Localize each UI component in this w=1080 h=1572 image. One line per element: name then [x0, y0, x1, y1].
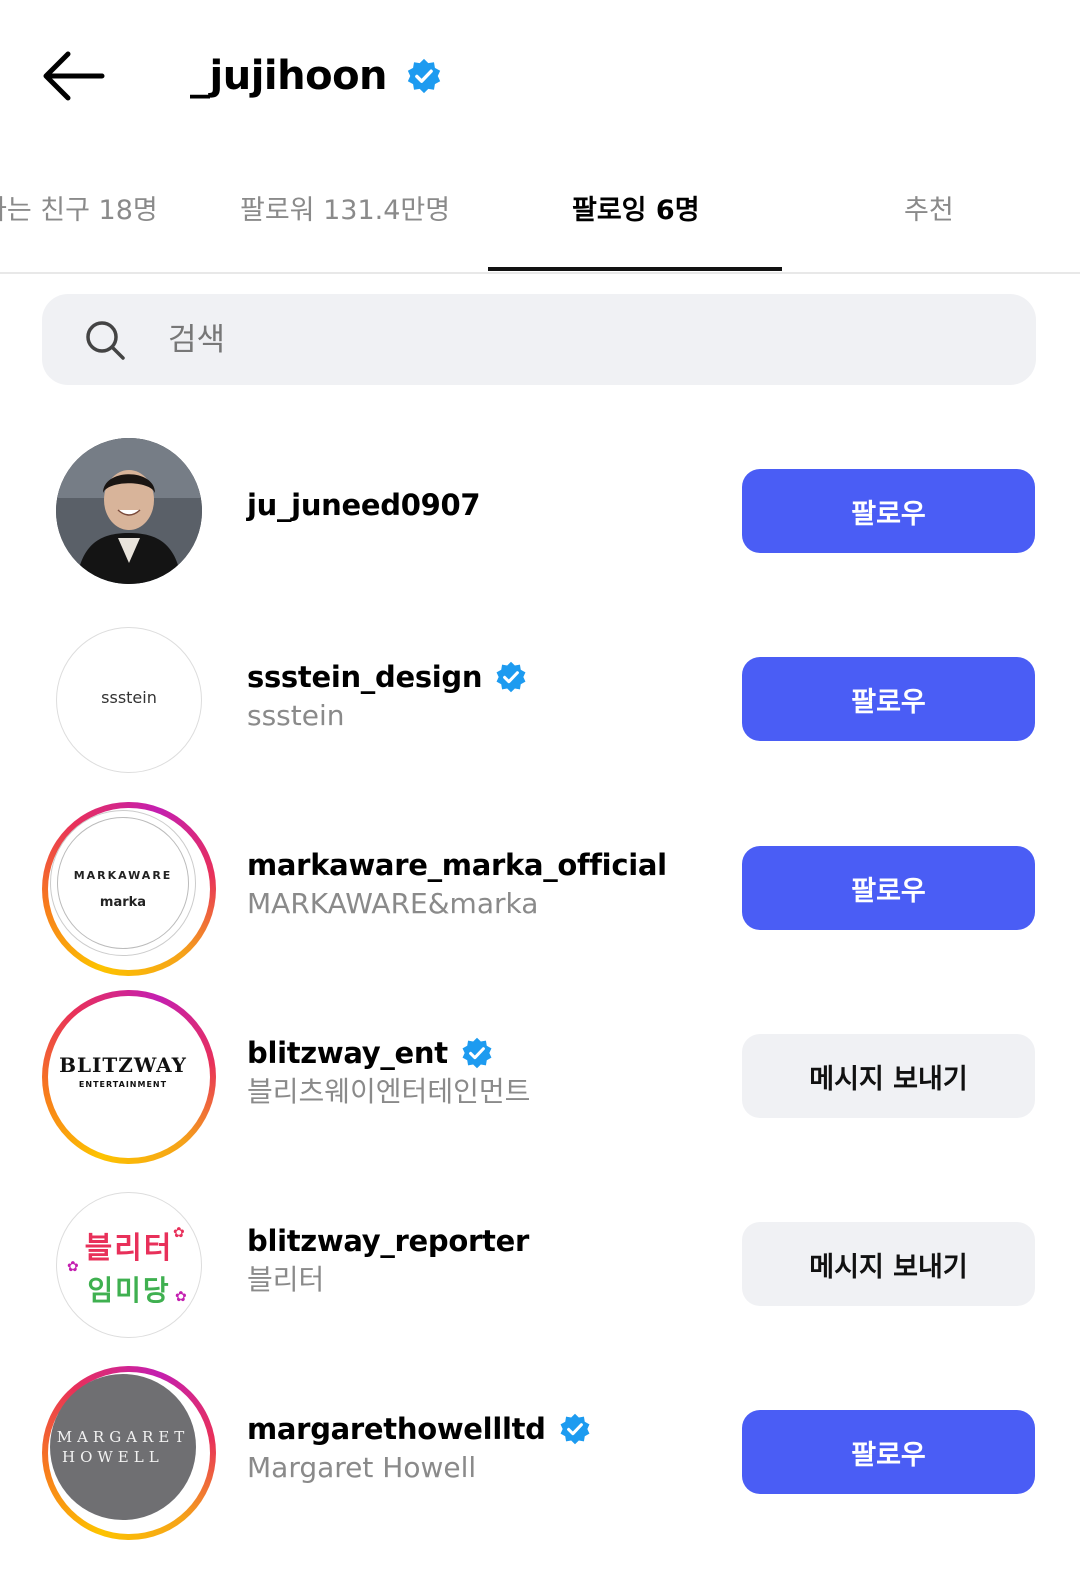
avatar[interactable]: 블리터 임미당 ✿ ✿ ✿ — [56, 1192, 202, 1338]
tab-bar: 아는 친구 18명 팔로워 131.4만명 팔로잉 6명 추천 — [0, 160, 1080, 274]
tab-followers[interactable]: 팔로워 131.4만명 — [240, 188, 450, 227]
profile-username: _jujihoon — [190, 53, 388, 99]
avatar-logo-subtext: HOWELL — [62, 1448, 164, 1466]
flower-icon: ✿ — [67, 1259, 79, 1275]
account-names: ju_juneed0907 — [247, 485, 481, 525]
profile-title: _jujihoon — [190, 46, 443, 106]
follow-button[interactable]: 팔로우 — [742, 469, 1035, 553]
top-bar: _jujihoon — [0, 0, 1080, 150]
account-fullname: Margaret Howell — [247, 1451, 477, 1484]
message-button[interactable]: 메시지 보내기 — [742, 1222, 1035, 1306]
avatar-logo-text: MARKAWARE — [73, 869, 173, 882]
account-fullname: 블리츠웨이엔터테인먼트 — [247, 1075, 531, 1108]
account-names: blitzway_ent 블리츠웨이엔터테인먼트 — [247, 1033, 530, 1111]
avatar-logo-subtext: marka — [99, 895, 147, 910]
account-names: blitzway_reporter 블리터 — [247, 1221, 529, 1299]
list-item[interactable]: 블리터 임미당 ✿ ✿ ✿ blitzway_reporter 블리터 메시지 … — [0, 1179, 1080, 1349]
avatar: BLITZWAY ENTERTAINMENT — [50, 998, 196, 1144]
back-arrow-icon[interactable] — [40, 50, 106, 102]
avatar-logo-text: BLITZWAY — [59, 1053, 187, 1077]
portrait-photo — [56, 438, 202, 584]
verified-badge-icon — [560, 1413, 590, 1445]
tab-divider — [0, 272, 1080, 274]
flower-icon: ✿ — [175, 1289, 187, 1305]
flower-icon: ✿ — [173, 1225, 185, 1241]
account-fullname: MARKAWARE&marka — [247, 887, 539, 920]
account-username[interactable]: blitzway_ent — [247, 1033, 530, 1073]
account-names: markaware_marka_official MARKAWARE&marka — [247, 845, 667, 923]
account-username[interactable]: ju_juneed0907 — [247, 485, 481, 525]
follow-button[interactable]: 팔로우 — [742, 657, 1035, 741]
avatar-logo-text: MARGARET — [56, 1428, 190, 1446]
list-item[interactable]: ssstein ssstein_design ssstein 팔로우 — [0, 615, 1080, 785]
account-username[interactable]: ssstein_design — [247, 657, 528, 697]
account-names: margarethowellltd Margaret Howell — [247, 1409, 592, 1487]
search-icon — [86, 321, 125, 360]
follow-button[interactable]: 팔로우 — [742, 846, 1035, 930]
message-button[interactable]: 메시지 보내기 — [742, 1034, 1035, 1118]
account-username[interactable]: blitzway_reporter — [247, 1221, 529, 1261]
account-username[interactable]: markaware_marka_official — [247, 845, 667, 885]
avatar-logo-text: ssstein — [101, 688, 157, 707]
story-ring[interactable]: BLITZWAY ENTERTAINMENT — [42, 990, 216, 1164]
follow-button[interactable]: 팔로우 — [742, 1410, 1035, 1494]
avatar-logo-subtext: ENTERTAINMENT — [78, 1080, 168, 1089]
list-item[interactable]: MARGARET HOWELL margarethowellltd Margar… — [0, 1366, 1080, 1540]
active-tab-indicator — [488, 267, 782, 271]
verified-badge-icon — [496, 661, 526, 693]
account-names: ssstein_design ssstein — [247, 657, 528, 735]
story-ring[interactable]: MARKAWARE marka — [42, 802, 216, 976]
account-username[interactable]: margarethowellltd — [247, 1409, 592, 1449]
list-item[interactable]: ju_juneed0907 팔로우 — [0, 425, 1080, 595]
search-bar[interactable] — [42, 294, 1036, 385]
avatar[interactable] — [56, 438, 202, 584]
tab-suggested[interactable]: 추천 — [904, 188, 954, 227]
avatar[interactable]: ssstein — [56, 627, 202, 773]
account-fullname: 블리터 — [247, 1263, 325, 1296]
verified-badge-icon — [407, 58, 441, 94]
account-fullname: ssstein — [247, 699, 345, 732]
tab-mutual-friends[interactable]: 아는 친구 18명 — [0, 188, 158, 227]
tab-following[interactable]: 팔로잉 6명 — [572, 188, 700, 227]
search-input[interactable] — [166, 312, 990, 368]
list-item[interactable]: MARKAWARE marka markaware_marka_official… — [0, 802, 1080, 976]
story-ring[interactable]: MARGARET HOWELL — [42, 1366, 216, 1540]
verified-badge-icon — [462, 1037, 492, 1069]
avatar: MARKAWARE marka — [50, 810, 196, 956]
list-item[interactable]: BLITZWAY ENTERTAINMENT blitzway_ent 블리츠웨… — [0, 990, 1080, 1164]
avatar: MARGARET HOWELL — [50, 1374, 196, 1520]
